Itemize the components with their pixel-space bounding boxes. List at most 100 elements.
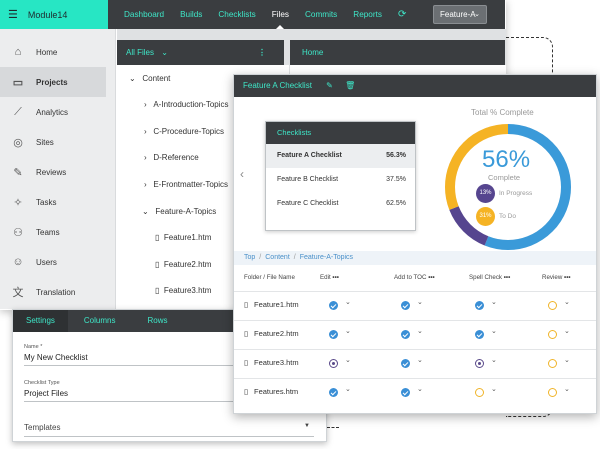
sidebar-item-analytics[interactable]: ⟋ Analytics [0,97,115,127]
status-prog-icon[interactable] [475,359,484,368]
checklists-header: Checklists [266,122,415,144]
more-options-icon[interactable]: ••• [504,274,511,281]
sidebar-item-users[interactable]: ☺ Users [0,247,115,277]
refresh-icon[interactable]: ⟳ [398,9,406,20]
breadcrumb-item[interactable]: Feature-A-Topics [300,254,353,261]
checklist-type-field[interactable]: Project Files [24,389,68,398]
tree-item-folder[interactable]: › D-Reference [144,153,199,162]
status-done-icon[interactable] [401,388,410,397]
chevron-down-icon[interactable]: ⌄ [491,356,497,364]
checklist-item[interactable]: Feature B Checklist 37.5% [266,168,415,192]
folder-icon: ▭ [12,76,24,89]
nav-checklists[interactable]: Checklists [218,0,255,29]
tree-item-content[interactable]: ⌄ Content [129,74,170,83]
tree-item-folder[interactable]: › A-Introduction-Topics [144,100,229,109]
more-options-icon[interactable]: ••• [564,274,571,281]
status-todo-icon[interactable] [548,301,557,310]
sidebar: ⌂ Home ▭ Projects ⟋ Analytics ◎ Sites ✎ Revie… [0,29,116,309]
chevron-down-icon[interactable]: ⌄ [345,327,351,335]
tree-item-folder[interactable]: ⌄ Feature-A-Topics [142,207,216,216]
status-prog-icon[interactable] [329,359,338,368]
tree-item-folder[interactable]: › C-Procedure-Topics [144,127,224,136]
status-todo-icon[interactable] [548,388,557,397]
tab-rows[interactable]: Rows [131,310,183,332]
chevron-down-icon[interactable]: ⌄ [491,298,497,306]
chevron-down-icon[interactable]: ⌄ [417,385,423,393]
tree-item-file[interactable]: ▯ Feature3.htm [155,286,211,295]
file-name: Features.htm [254,387,299,396]
chevron-down-icon[interactable]: ⌄ [345,356,351,364]
tab-settings[interactable]: Settings [13,310,68,332]
more-options-icon[interactable]: ••• [428,274,435,281]
nav-builds[interactable]: Builds [180,0,202,29]
chevron-down-icon[interactable]: ⌄ [417,298,423,306]
tree-item-file[interactable]: ▯ Feature2.htm [155,260,211,269]
tree-item-label: Feature1.htm [163,233,212,242]
column-header-spell[interactable]: Spell Check ••• [469,274,510,281]
column-header-edit[interactable]: Edit ••• [320,274,339,281]
checklist-item[interactable]: Feature C Checklist 62.5% [266,192,415,216]
nav-reports[interactable]: Reports [353,0,382,29]
status-done-icon[interactable] [475,330,484,339]
status-done-icon[interactable] [401,359,410,368]
tab-columns[interactable]: Columns [68,310,132,332]
status-todo-icon[interactable] [548,359,557,368]
nav-commits[interactable]: Commits [305,0,337,29]
tree-item-file[interactable]: ▯ Feature1.htm [155,233,211,242]
chevron-right-icon: › [144,180,147,189]
status-todo-icon[interactable] [475,388,484,397]
chevron-down-icon[interactable]: ⌄ [564,298,570,306]
file-name: Feature1.htm [254,300,299,309]
breadcrumb-item[interactable]: Content [265,254,290,261]
more-options-icon[interactable]: ⋮ [258,40,266,65]
chevron-down-icon[interactable]: ⌄ [345,385,351,393]
sidebar-item-translation[interactable]: 文 Translation [0,277,115,307]
file-icon: ▯ [155,233,160,242]
in-progress-badge-text: 13% [479,190,492,196]
chevron-down-icon[interactable]: ⌄ [417,327,423,335]
feature-select[interactable]: Feature-A ⌄ [433,5,487,24]
chevron-down-icon[interactable]: ⌄ [564,327,570,335]
tree-item-folder[interactable]: › E-Frontmatter-Topics [144,180,228,189]
nav-dashboard[interactable]: Dashboard [124,0,164,29]
table-row: ▯ Feature3.htm ⌄ ⌄ ⌄ ⌄ [234,349,596,377]
file-icon: ▯ [155,286,160,295]
sidebar-item-teams[interactable]: ⚇ Teams [0,217,115,247]
status-done-icon[interactable] [329,388,338,397]
menu-icon[interactable]: ☰ [8,8,18,21]
checklist-item[interactable]: Feature A Checklist 56.3% [266,144,415,168]
templates-select[interactable]: Templates ▼ [24,423,316,432]
edit-icon[interactable]: ✎ [326,81,333,90]
checklist-pct: 37.5% [386,176,406,183]
chevron-left-icon[interactable]: ‹ [240,167,244,181]
status-done-icon[interactable] [329,301,338,310]
chevron-down-icon[interactable]: ⌄ [345,298,351,306]
sidebar-item-reviews[interactable]: ✎ Reviews [0,157,115,187]
chevron-down-icon[interactable]: ⌄ [417,356,423,364]
chevron-down-icon[interactable]: ⌄ [491,385,497,393]
status-todo-icon[interactable] [548,330,557,339]
more-options-icon[interactable]: ••• [332,274,339,281]
status-done-icon[interactable] [329,330,338,339]
chevron-down-icon[interactable]: ⌄ [564,356,570,364]
checklist-type-label: Checklist Type [24,380,60,386]
status-done-icon[interactable] [401,301,410,310]
name-field[interactable]: My New Checklist [24,353,88,362]
breadcrumb-item[interactable]: Top [244,254,255,261]
tree-item-label: Feature3.htm [163,286,212,295]
chevron-down-icon[interactable]: ⌄ [564,385,570,393]
sidebar-item-tasks[interactable]: ✧ Tasks [0,187,115,217]
sidebar-item-sites[interactable]: ◎ Sites [0,127,115,157]
status-done-icon[interactable] [475,301,484,310]
chevron-down-icon: ⌄ [161,48,168,57]
sidebar-item-home[interactable]: ⌂ Home [0,37,115,67]
column-header-toc[interactable]: Add to TOC ••• [394,274,435,281]
module-name: Module14 [27,9,68,20]
sidebar-item-projects[interactable]: ▭ Projects [0,67,106,97]
trash-icon[interactable]: 🗑 [345,81,355,90]
column-header-review[interactable]: Review ••• [542,274,571,281]
chevron-down-icon[interactable]: ⌄ [491,327,497,335]
status-done-icon[interactable] [401,330,410,339]
all-files-header[interactable]: All Files ⌄ ⋮ [117,40,284,65]
nav-files[interactable]: Files [272,0,289,29]
